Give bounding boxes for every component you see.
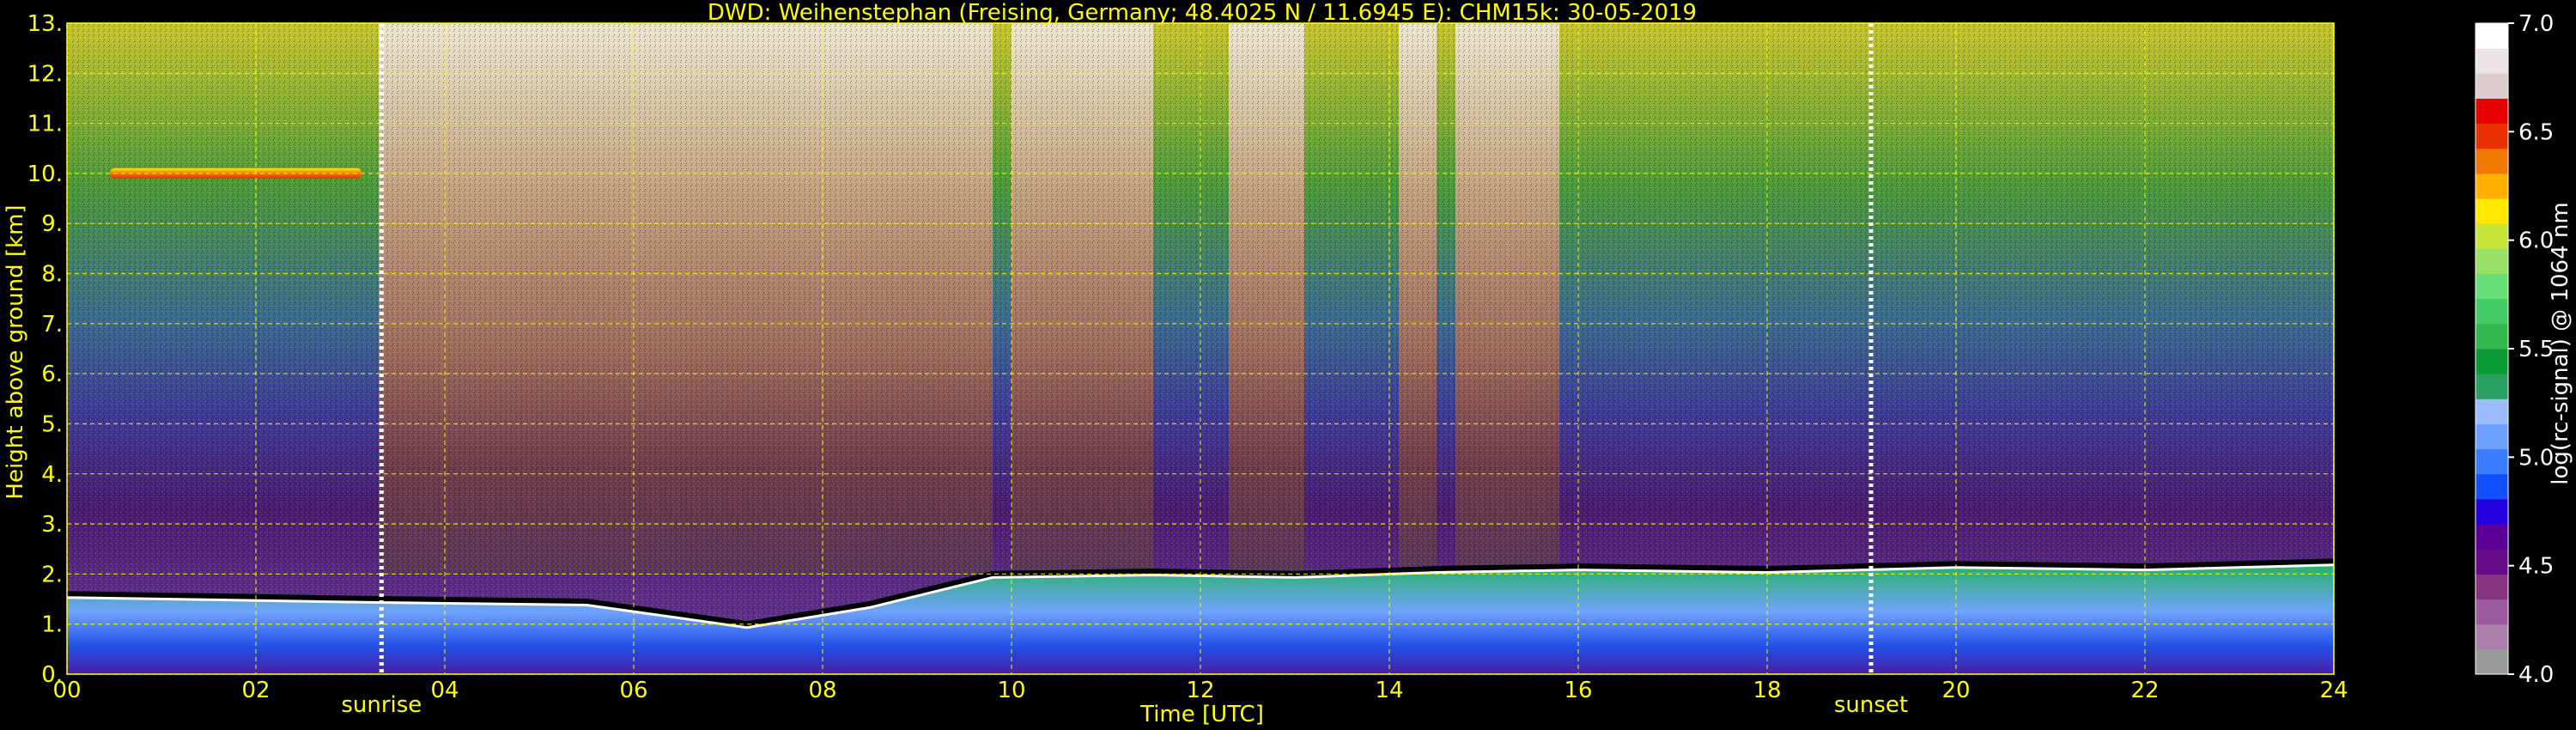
- x-tick-label: 22: [2130, 678, 2159, 703]
- x-tick-label: 10: [997, 678, 1025, 703]
- y-tick-label: 12.: [27, 61, 63, 87]
- colorbar-segment: [2476, 273, 2508, 300]
- y-tick-label: 1.: [41, 612, 63, 638]
- colorbar-segment: [2476, 624, 2508, 650]
- x-tick-label: 06: [619, 678, 647, 703]
- colorbar-segment: [2476, 48, 2508, 74]
- sunrise-label: sunrise: [341, 692, 422, 718]
- y-tick-label: 13.: [27, 11, 63, 37]
- x-tick-label: 08: [808, 678, 836, 703]
- colorbar-segment: [2476, 173, 2508, 199]
- y-tick-label: 4.: [41, 462, 63, 488]
- colorbar-segment: [2476, 123, 2508, 149]
- y-axis-label: Height above ground [km]: [3, 204, 28, 499]
- colorbar-tick-label: 4.5: [2518, 554, 2554, 580]
- colorbar-segment: [2476, 549, 2508, 575]
- x-axis-label: Time [UTC]: [1139, 702, 1264, 727]
- x-tick-label: 16: [1564, 678, 1592, 703]
- x-tick-label: 12: [1186, 678, 1214, 703]
- y-tick-label: 2.: [41, 562, 63, 587]
- colorbar-tick-label: 4.0: [2518, 662, 2554, 688]
- colorbar-segment: [2476, 148, 2508, 174]
- x-tick-label: 14: [1375, 678, 1403, 703]
- colorbar-segment: [2476, 298, 2508, 325]
- colorbar-segment: [2476, 374, 2508, 399]
- colorbar-segment: [2476, 448, 2508, 475]
- colorbar-segment: [2476, 198, 2508, 224]
- y-tick-label: 3.: [41, 512, 63, 538]
- colorbar-segment: [2476, 223, 2508, 249]
- y-tick-label: 0.: [41, 662, 63, 688]
- x-tick-label: 20: [1941, 678, 1970, 703]
- x-tick-label: 02: [241, 678, 270, 703]
- y-tick-label: 7.: [41, 312, 63, 338]
- colorbar-segment: [2476, 398, 2508, 424]
- colorbar-segment: [2476, 498, 2508, 525]
- colorbar-segment: [2476, 98, 2508, 125]
- y-tick-label: 8.: [41, 262, 63, 288]
- colorbar-segment: [2476, 574, 2508, 600]
- colorbar-segment: [2476, 349, 2508, 374]
- ceilometer-plot: DWD: Weihenstephan (Freising, Germany; 4…: [3, 0, 2573, 727]
- y-tick-label: 11.: [27, 112, 63, 137]
- colorbar-segment: [2476, 599, 2508, 625]
- colorbar-segment: [2476, 524, 2508, 550]
- y-tick-label: 10.: [27, 161, 63, 187]
- x-tick-label: 24: [2319, 678, 2348, 703]
- colorbar-segment: [2476, 323, 2508, 350]
- colorbar-segment: [2476, 73, 2508, 99]
- colorbar-tick-label: 7.0: [2518, 11, 2554, 37]
- colorbar-segment: [2476, 23, 2508, 49]
- colorbar-tick-label: 5.0: [2518, 445, 2554, 471]
- colorbar-segment: [2476, 423, 2508, 450]
- x-tick-label: 04: [430, 678, 459, 703]
- chart-title: DWD: Weihenstephan (Freising, Germany; 4…: [708, 0, 1697, 26]
- y-tick-label: 5.: [41, 411, 63, 437]
- x-tick-label: 18: [1753, 678, 1781, 703]
- colorbar-segment: [2476, 248, 2508, 275]
- y-tick-label: 9.: [41, 211, 63, 237]
- colorbar-tick-label: 6.5: [2518, 119, 2554, 145]
- sunset-label: sunset: [1834, 692, 1908, 718]
- colorbar-segment: [2476, 648, 2508, 675]
- colorbar-segment: [2476, 473, 2508, 500]
- y-tick-label: 6.: [41, 362, 63, 387]
- colorbar-tick-label: 6.0: [2518, 228, 2554, 254]
- colorbar-tick-label: 5.5: [2518, 337, 2554, 362]
